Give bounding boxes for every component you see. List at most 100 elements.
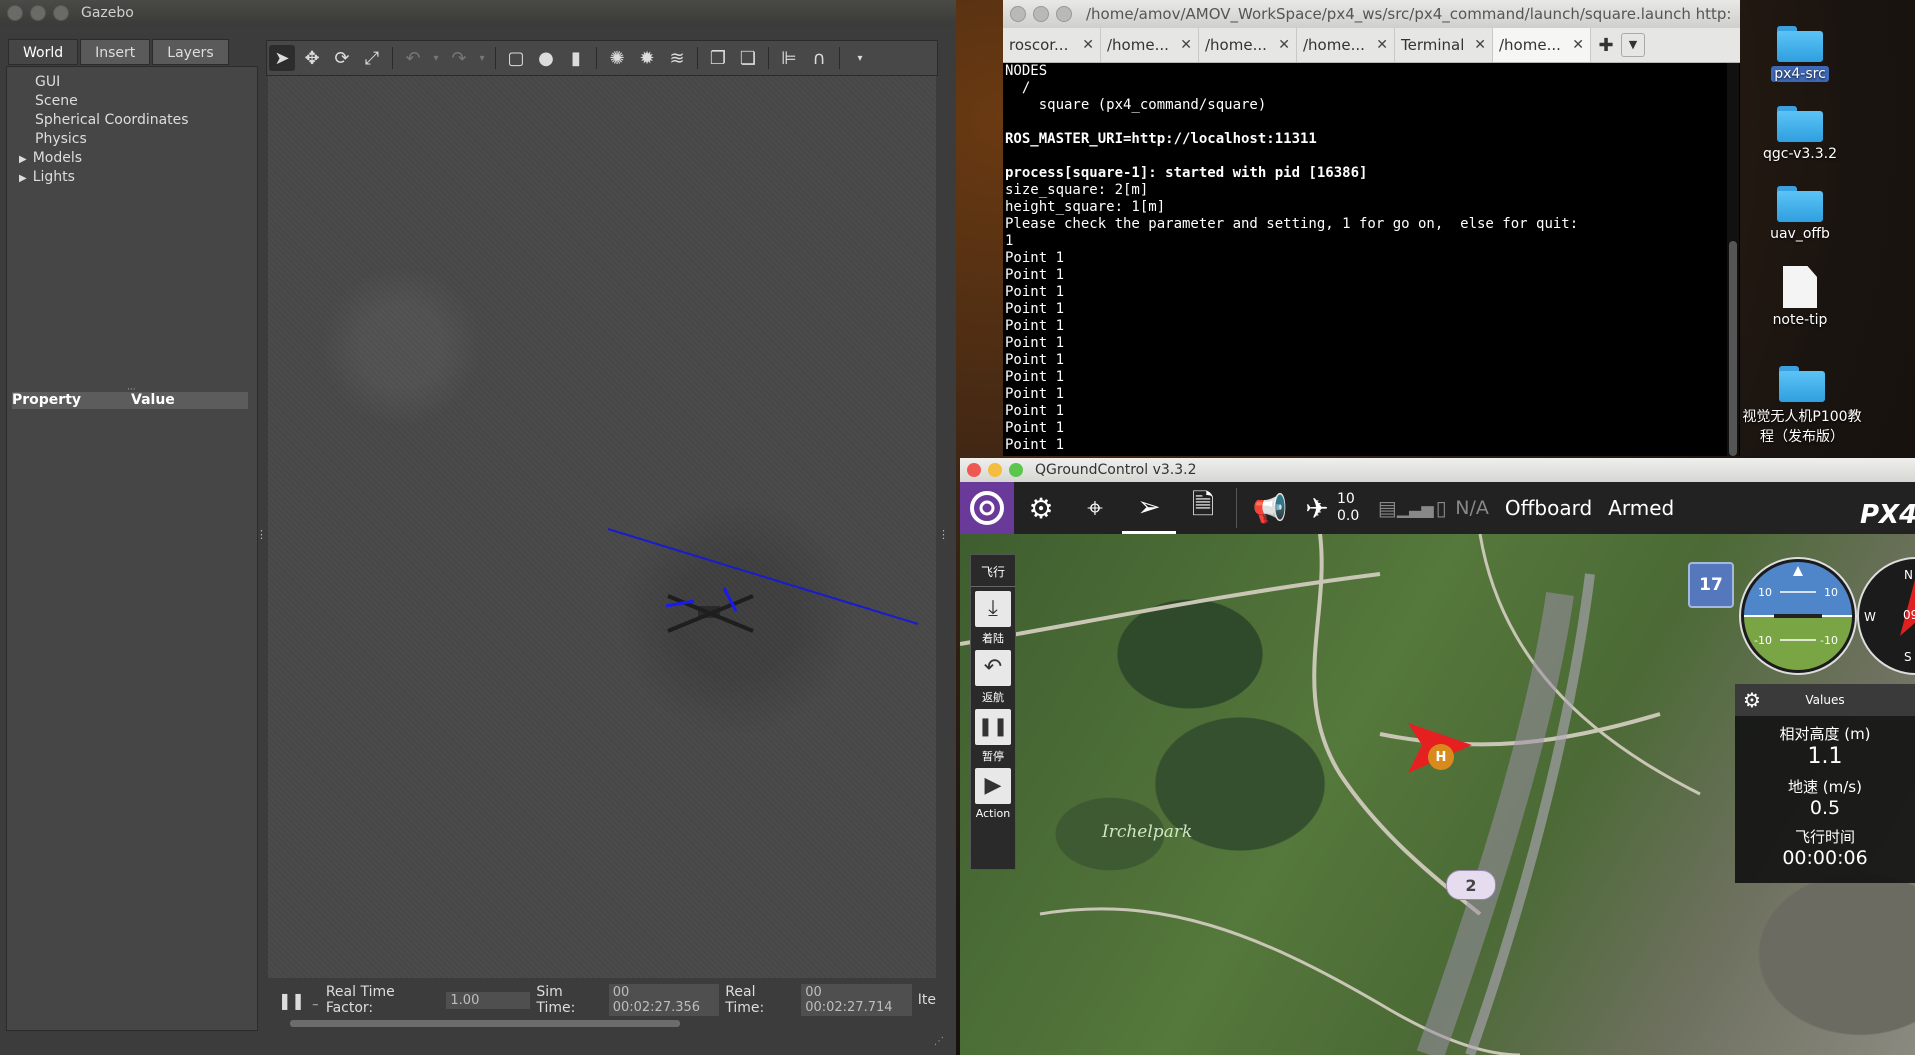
- side-toolbar-title: 飞行: [971, 555, 1015, 587]
- folder-icon: [1777, 106, 1823, 142]
- rtl-icon[interactable]: ↶: [975, 650, 1011, 686]
- tree-item-label: Models: [32, 150, 83, 166]
- step-icon[interactable]: _: [313, 995, 318, 1006]
- new-tab-icon[interactable]: ✚: [1591, 35, 1621, 56]
- translate-tool-icon[interactable]: ✥: [299, 45, 325, 71]
- terminal-line: NODES: [1005, 63, 1048, 79]
- cylinder-shape-icon[interactable]: ▮: [563, 45, 589, 71]
- terminal-titlebar[interactable]: /home/amov/AMOV_WorkSpace/px4_ws/src/px4…: [1003, 0, 1740, 28]
- tab-world[interactable]: World: [8, 39, 79, 65]
- terminal-line: Point 1: [1005, 267, 1065, 283]
- waypoint-marker[interactable]: 2: [1446, 870, 1496, 900]
- close-tab-icon[interactable]: ✕: [1278, 37, 1290, 53]
- desktop-icon-p100[interactable]: 视觉无人机P100教程（发布版）: [1740, 366, 1864, 446]
- close-tab-icon[interactable]: ✕: [1082, 37, 1094, 53]
- plan-route-icon[interactable]: ⌖: [1068, 482, 1122, 534]
- tab-layers[interactable]: Layers: [152, 39, 229, 65]
- resize-grip-icon[interactable]: ⋰: [934, 1036, 944, 1047]
- terminal-tab[interactable]: /home... ✕: [1199, 28, 1297, 62]
- analyze-document-icon[interactable]: 🗎: [1176, 482, 1230, 534]
- minimize-icon[interactable]: [1033, 6, 1049, 22]
- minimize-icon[interactable]: [988, 463, 1002, 477]
- undo-icon[interactable]: ↶: [400, 45, 426, 71]
- terminal-output[interactable]: NODES / square (px4_command/square) ROS_M…: [1003, 63, 1725, 456]
- maximize-icon[interactable]: [53, 5, 69, 21]
- land-icon[interactable]: ⤓: [975, 591, 1011, 627]
- left-splitter-handle[interactable]: ⋮: [256, 528, 267, 541]
- desktop-icon-qgc[interactable]: qgc-v3.3.2: [1740, 106, 1860, 162]
- toolbar-overflow-icon[interactable]: ▾: [847, 45, 873, 71]
- redo-icon[interactable]: ↷: [446, 45, 472, 71]
- maximize-icon[interactable]: [1056, 6, 1072, 22]
- terminal-tab[interactable]: /home... ✕: [1101, 28, 1199, 62]
- close-icon[interactable]: [967, 463, 981, 477]
- terminal-tabs: roscor... ✕ /home... ✕ /home... ✕ /home... ✕…: [1003, 28, 1740, 63]
- paste-icon[interactable]: ❏: [735, 45, 761, 71]
- close-icon[interactable]: [7, 5, 23, 21]
- tab-label: /home...: [1499, 36, 1561, 54]
- home-marker[interactable]: H: [1428, 744, 1454, 770]
- directional-light-icon[interactable]: ≋: [664, 45, 690, 71]
- gazebo-toolbar: ➤ ✥ ⟳ ⤢ ↶ ▾ ↷ ▾ ▢ ● ▮ ✺ ✹ ≋ ❐ ❏ ⊫ ∩ ▾: [266, 40, 938, 76]
- close-tab-icon[interactable]: ✕: [1376, 37, 1388, 53]
- fly-paper-plane-icon[interactable]: ➢: [1122, 482, 1176, 534]
- close-tab-icon[interactable]: ✕: [1572, 37, 1584, 53]
- point-light-icon[interactable]: ✺: [604, 45, 630, 71]
- sphere-shape-icon[interactable]: ●: [533, 45, 559, 71]
- box-shape-icon[interactable]: ▢: [503, 45, 529, 71]
- battery-icon[interactable]: ▯: [1427, 482, 1455, 534]
- horizontal-scrollbar[interactable]: [290, 1020, 680, 1027]
- snap-magnet-icon[interactable]: ∩: [806, 45, 832, 71]
- window-title: QGroundControl v3.3.2: [1035, 462, 1197, 478]
- terminal-scrollbar[interactable]: [1727, 63, 1739, 456]
- tree-item-scene[interactable]: Scene: [35, 92, 257, 111]
- tree-item-physics[interactable]: Physics: [35, 130, 257, 149]
- tree-item-models[interactable]: ▶ Models: [19, 149, 257, 168]
- align-icon[interactable]: ⊫: [776, 45, 802, 71]
- terminal-tab[interactable]: Terminal ✕: [1395, 28, 1493, 62]
- pause-icon[interactable]: ❚❚: [278, 991, 305, 1010]
- tree-item-spherical[interactable]: Spherical Coordinates: [35, 111, 257, 130]
- terminal-tab[interactable]: roscor... ✕: [1003, 28, 1101, 62]
- close-tab-icon[interactable]: ✕: [1474, 37, 1486, 53]
- terminal-line: square (px4_command/square): [1005, 97, 1267, 113]
- armed-status[interactable]: Armed: [1608, 496, 1674, 520]
- flight-mode[interactable]: Offboard: [1505, 496, 1592, 520]
- desktop-icon-note-tip[interactable]: note-tip: [1740, 266, 1860, 328]
- settings-gears-icon[interactable]: ⚙: [1014, 482, 1068, 534]
- terminal-tab[interactable]: /home... ✕: [1297, 28, 1395, 62]
- play-icon[interactable]: ▶: [975, 768, 1011, 804]
- rotate-tool-icon[interactable]: ⟳: [329, 45, 355, 71]
- gazebo-titlebar[interactable]: Gazebo: [0, 0, 956, 26]
- qgc-logo-icon[interactable]: [960, 482, 1014, 534]
- compass-south: S: [1904, 650, 1912, 664]
- zoom-level-badge[interactable]: 17: [1688, 562, 1734, 608]
- tree-item-lights[interactable]: ▶ Lights: [19, 168, 257, 187]
- gazebo-3d-viewport[interactable]: [268, 76, 936, 978]
- select-tool-icon[interactable]: ➤: [269, 45, 295, 71]
- gps-satellite-icon[interactable]: ✈: [1297, 482, 1337, 534]
- tab-insert[interactable]: Insert: [80, 39, 151, 65]
- terminal-tab-active[interactable]: /home... ✕: [1493, 28, 1591, 62]
- tabs-dropdown-icon[interactable]: ▼: [1621, 33, 1645, 57]
- desktop-icon-uav-offb[interactable]: uav_offb: [1740, 186, 1860, 242]
- minimize-icon[interactable]: [30, 5, 46, 21]
- maximize-icon[interactable]: [1009, 463, 1023, 477]
- messages-megaphone-icon[interactable]: 📢: [1243, 482, 1297, 534]
- close-icon[interactable]: [1010, 6, 1026, 22]
- scale-tool-icon[interactable]: ⤢: [359, 45, 385, 71]
- right-splitter-handle[interactable]: ⋮: [938, 528, 949, 541]
- gear-icon[interactable]: ⚙: [1743, 684, 1761, 716]
- qgc-titlebar[interactable]: QGroundControl v3.3.2: [960, 458, 1915, 482]
- pause-icon[interactable]: ❚❚: [975, 709, 1011, 745]
- redo-dropdown-icon[interactable]: ▾: [476, 45, 488, 71]
- undo-dropdown-icon[interactable]: ▾: [430, 45, 442, 71]
- px4-logo: PX4: [1860, 500, 1915, 530]
- desktop-icon-px4-src[interactable]: px4-src: [1740, 26, 1860, 82]
- close-tab-icon[interactable]: ✕: [1180, 37, 1192, 53]
- copy-icon[interactable]: ❐: [705, 45, 731, 71]
- expand-arrow-icon[interactable]: ▶: [19, 154, 27, 165]
- expand-arrow-icon[interactable]: ▶: [19, 173, 27, 184]
- spot-light-icon[interactable]: ✹: [634, 45, 660, 71]
- tree-item-gui[interactable]: GUI: [35, 73, 257, 92]
